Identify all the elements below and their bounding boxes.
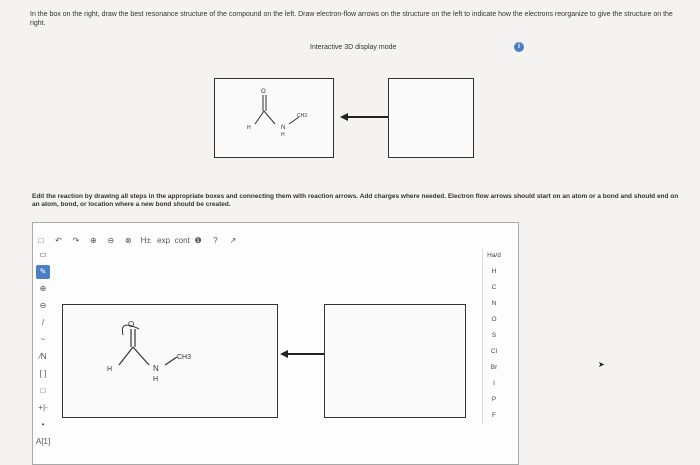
hydrogen-label: H bbox=[247, 125, 251, 131]
select-tool-icon[interactable]: □ bbox=[35, 235, 47, 247]
edit-instructions-text: Edit the reaction by drawing all steps i… bbox=[32, 193, 679, 208]
element-s[interactable]: S bbox=[483, 328, 505, 344]
product-box-editor[interactable] bbox=[324, 304, 466, 418]
lone-pair-icon[interactable]: • bbox=[36, 418, 50, 432]
element-n[interactable]: N bbox=[483, 296, 505, 312]
redo-icon[interactable]: ↷ bbox=[70, 235, 82, 247]
element-h[interactable]: H bbox=[483, 264, 505, 280]
element-palette-header: Ha/d bbox=[487, 252, 501, 259]
mouse-cursor-icon: ➤ bbox=[598, 360, 605, 369]
fullscreen-icon[interactable]: ↗ bbox=[227, 235, 239, 247]
oxygen-label: O bbox=[261, 89, 266, 95]
hydrogen-label: H bbox=[107, 366, 112, 373]
chain-icon[interactable]: ~ bbox=[36, 333, 50, 347]
product-box-top bbox=[388, 78, 474, 158]
element-c[interactable]: C bbox=[483, 280, 505, 296]
element-p[interactable]: P bbox=[483, 392, 505, 408]
expand-button[interactable]: exp bbox=[157, 235, 170, 247]
single-bond-icon[interactable]: / bbox=[36, 316, 50, 330]
hydrogen-toggle-button[interactable]: H± bbox=[140, 235, 152, 247]
eraser-icon[interactable]: ✎ bbox=[36, 265, 50, 279]
editor-toolbar: □ ↶ ↷ ⊕ ⊖ ⊗ H± exp cont ❶ ? ↗ bbox=[35, 230, 240, 247]
element-f[interactable]: F bbox=[483, 408, 505, 424]
zoom-out-icon[interactable]: ⊖ bbox=[105, 235, 117, 247]
element-o[interactable]: O bbox=[483, 312, 505, 328]
element-i[interactable]: I bbox=[483, 376, 505, 392]
clear-icon[interactable]: ⊗ bbox=[122, 235, 134, 247]
oxygen-label: O bbox=[128, 320, 134, 329]
info-icon[interactable]: i bbox=[514, 42, 524, 52]
instructions-text: In the box on the right, draw the best r… bbox=[30, 11, 673, 27]
info-icon[interactable]: ❶ bbox=[192, 235, 204, 247]
help-icon[interactable]: ? bbox=[210, 235, 222, 247]
bracket-icon[interactable]: [ ] bbox=[36, 367, 50, 381]
reaction-arrow-top bbox=[346, 116, 388, 118]
select-rect-icon[interactable]: ▭ bbox=[36, 248, 50, 262]
nh-label: H bbox=[153, 376, 158, 383]
reaction-arrow-editor[interactable] bbox=[286, 353, 324, 355]
element-br[interactable]: Br bbox=[483, 360, 505, 376]
square-tool-icon[interactable]: □ bbox=[36, 384, 50, 398]
contract-button[interactable]: cont bbox=[175, 235, 190, 247]
charge-tool-icon[interactable]: +|- bbox=[36, 401, 50, 415]
nh-label: H bbox=[281, 132, 285, 138]
nitrogen-tool-icon[interactable]: ⁄N bbox=[36, 350, 50, 364]
undo-icon[interactable]: ↶ bbox=[52, 235, 64, 247]
negative-charge-icon[interactable]: ⊖ bbox=[36, 299, 50, 313]
element-cl[interactable]: Cl bbox=[483, 344, 505, 360]
nitrogen-label: N bbox=[281, 125, 285, 131]
reactant-structure-top: O H N H CH3 bbox=[247, 89, 307, 138]
methyl-label: CH3 bbox=[177, 354, 191, 361]
atom-map-icon[interactable]: A[1] bbox=[36, 435, 50, 449]
methyl-label: CH3 bbox=[297, 113, 307, 119]
reactant-box-editor[interactable]: O H N H CH3 bbox=[62, 304, 278, 418]
reactant-structure-editor: O H N H CH3 bbox=[107, 320, 191, 383]
zoom-in-icon[interactable]: ⊕ bbox=[87, 235, 99, 247]
left-toolbar: ▭ ✎ ⊕ ⊖ / ~ ⁄N [ ] □ +|- • A[1] bbox=[36, 248, 50, 452]
nitrogen-label: N bbox=[153, 364, 159, 373]
element-palette: Ha/d H C N O S Cl Br I P F bbox=[482, 248, 505, 424]
reactant-box-top: O H N H CH3 bbox=[214, 78, 334, 158]
display-mode-label[interactable]: Interactive 3D display mode bbox=[310, 44, 396, 51]
positive-charge-icon[interactable]: ⊕ bbox=[36, 282, 50, 296]
